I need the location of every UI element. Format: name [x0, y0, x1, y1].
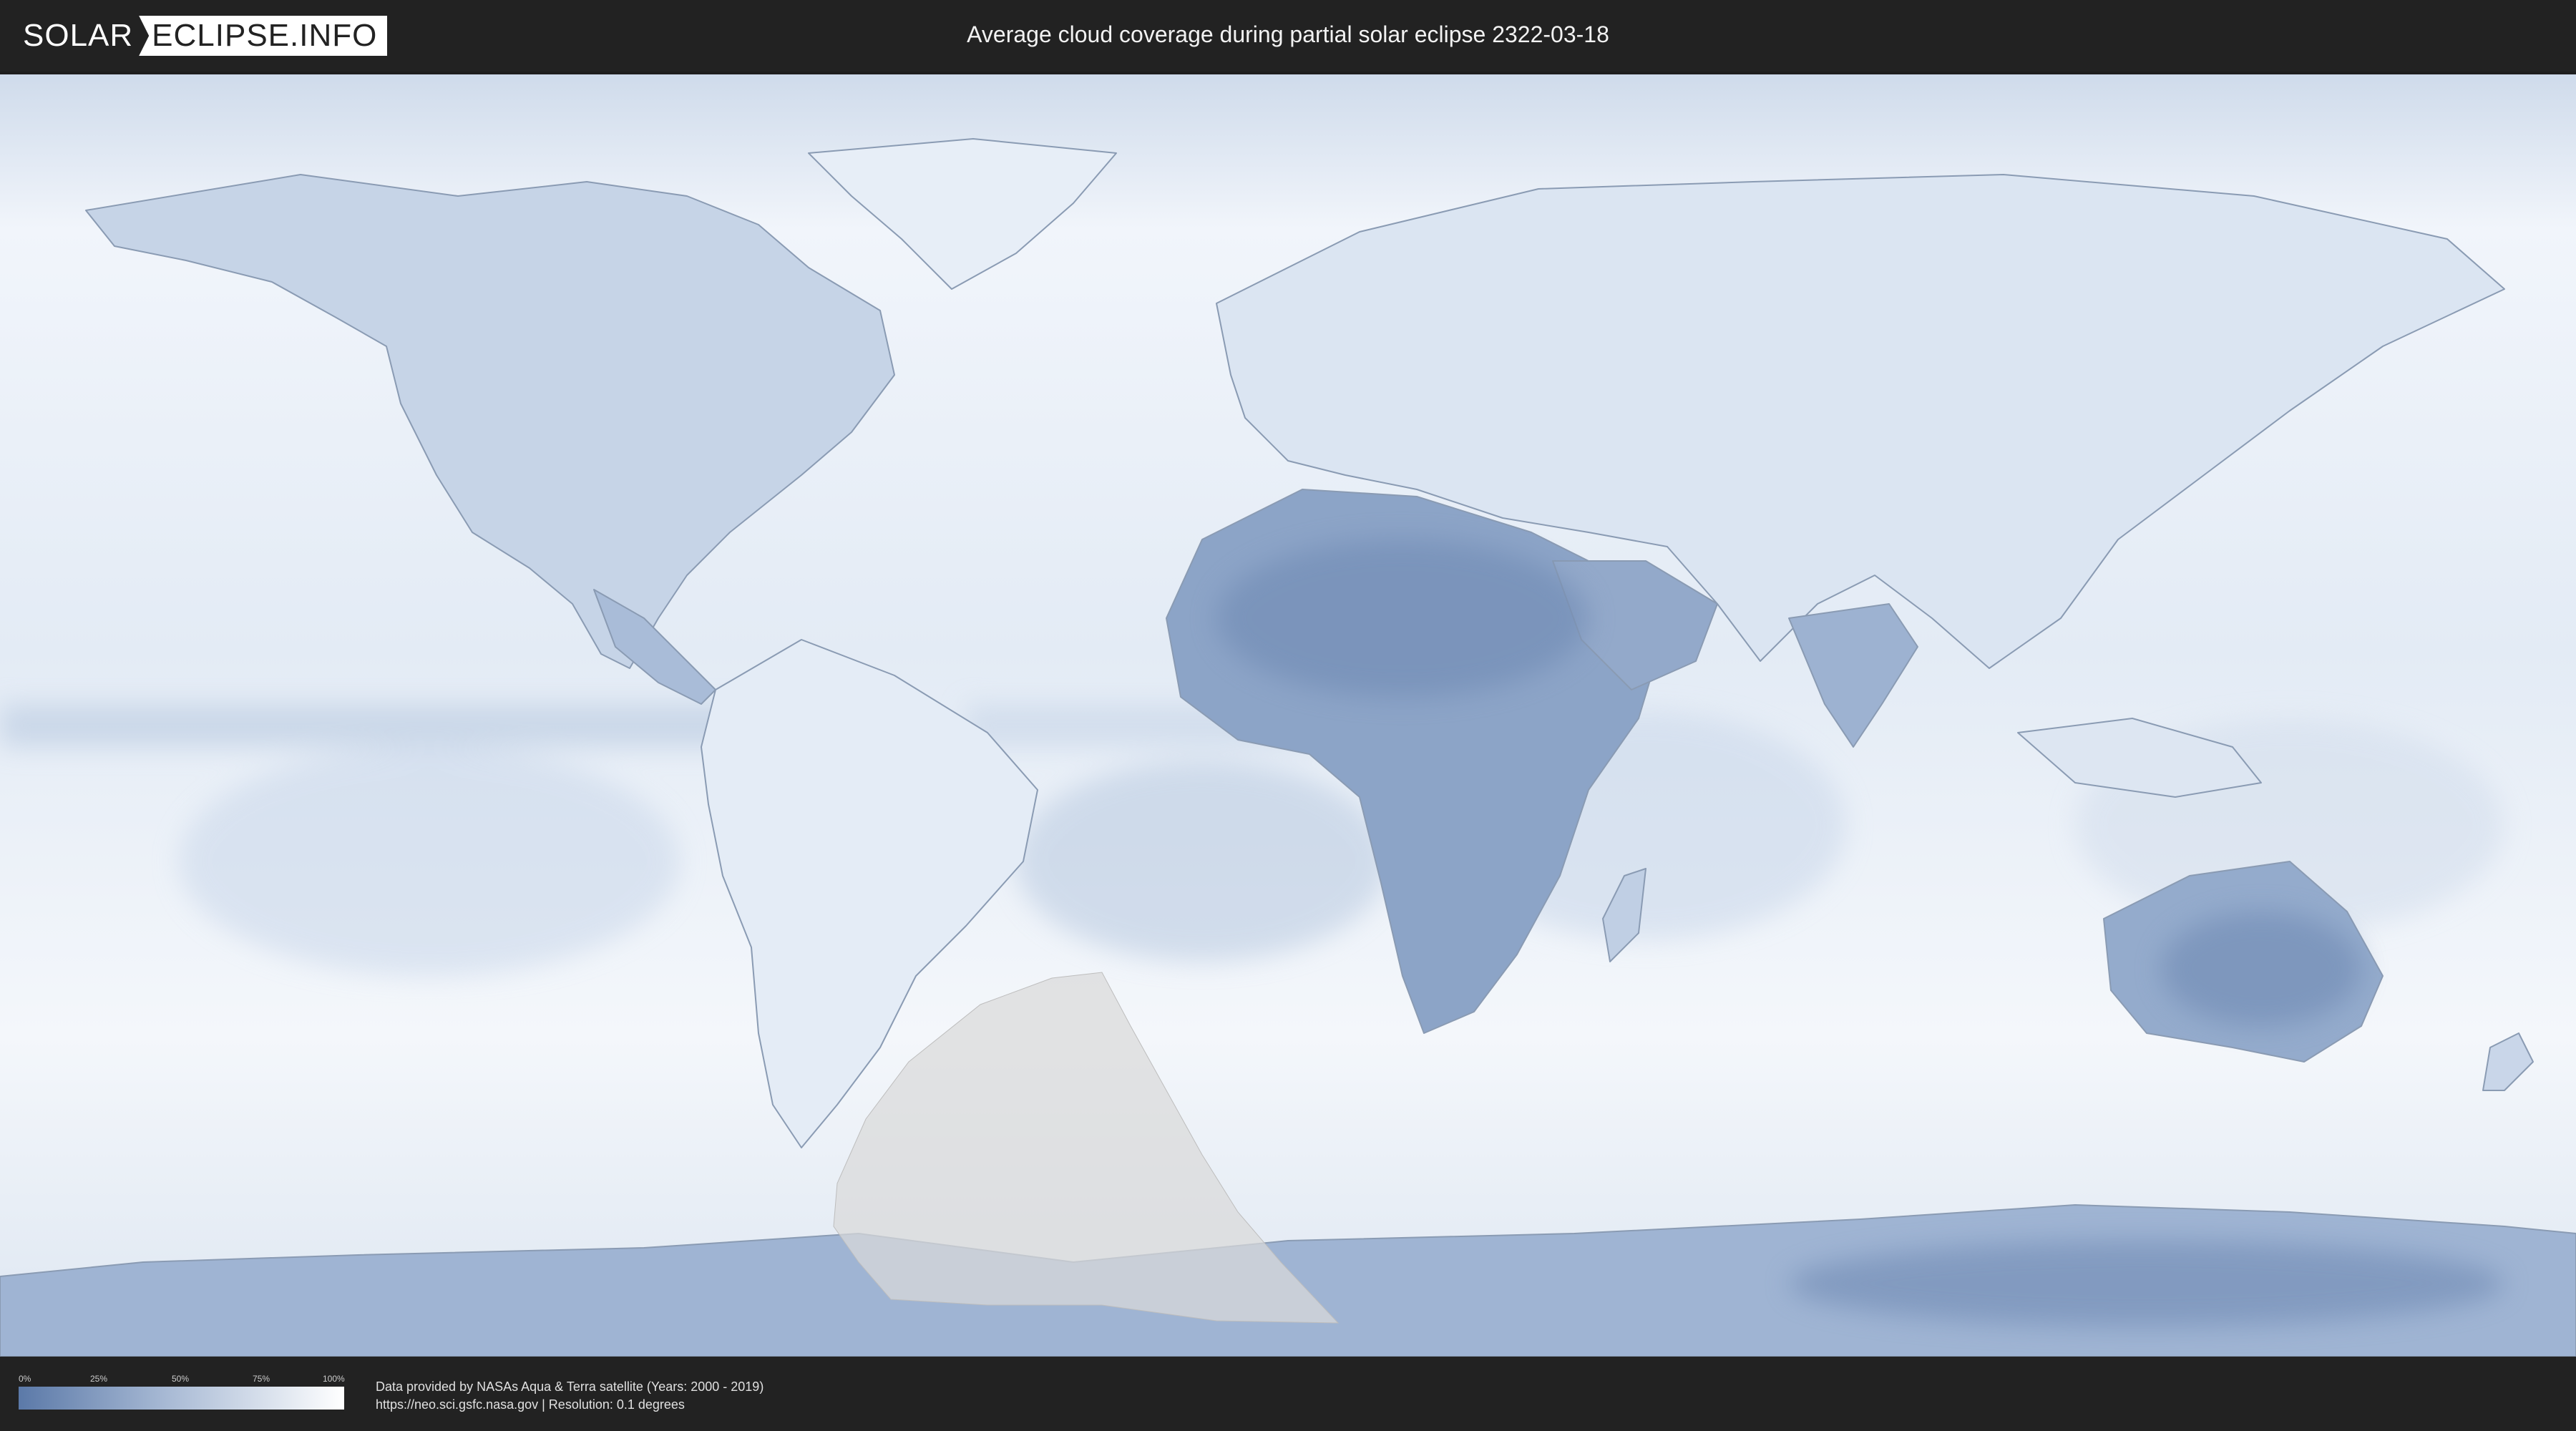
- legend-tick-0: 0%: [19, 1374, 31, 1384]
- legend-tick-50: 50%: [172, 1374, 190, 1384]
- header-bar: SOLAR ECLIPSE.INFO Average cloud coverag…: [0, 0, 2576, 72]
- credits-line-resolution: https://neo.sci.gsfc.nasa.gov | Resoluti…: [376, 1397, 685, 1412]
- data-credits: Data provided by NASAs Aqua & Terra sate…: [376, 1378, 763, 1414]
- legend-tick-75: 75%: [253, 1374, 270, 1384]
- legend-tick-25: 25%: [90, 1374, 108, 1384]
- page-title: Average cloud coverage during partial so…: [967, 21, 1609, 47]
- legend-gradient-bar: [19, 1387, 344, 1410]
- cloud-coverage-map[interactable]: [0, 74, 2576, 1357]
- legend-tick-100: 100%: [323, 1374, 345, 1384]
- legend-ticks: 0% 25% 50% 75% 100%: [19, 1374, 345, 1387]
- footer-bar: 0% 25% 50% 75% 100% Data provided by NAS…: [0, 1357, 2576, 1431]
- cloud-coverage-legend: 0% 25% 50% 75% 100%: [19, 1374, 345, 1410]
- credits-line-source: Data provided by NASAs Aqua & Terra sate…: [376, 1379, 764, 1394]
